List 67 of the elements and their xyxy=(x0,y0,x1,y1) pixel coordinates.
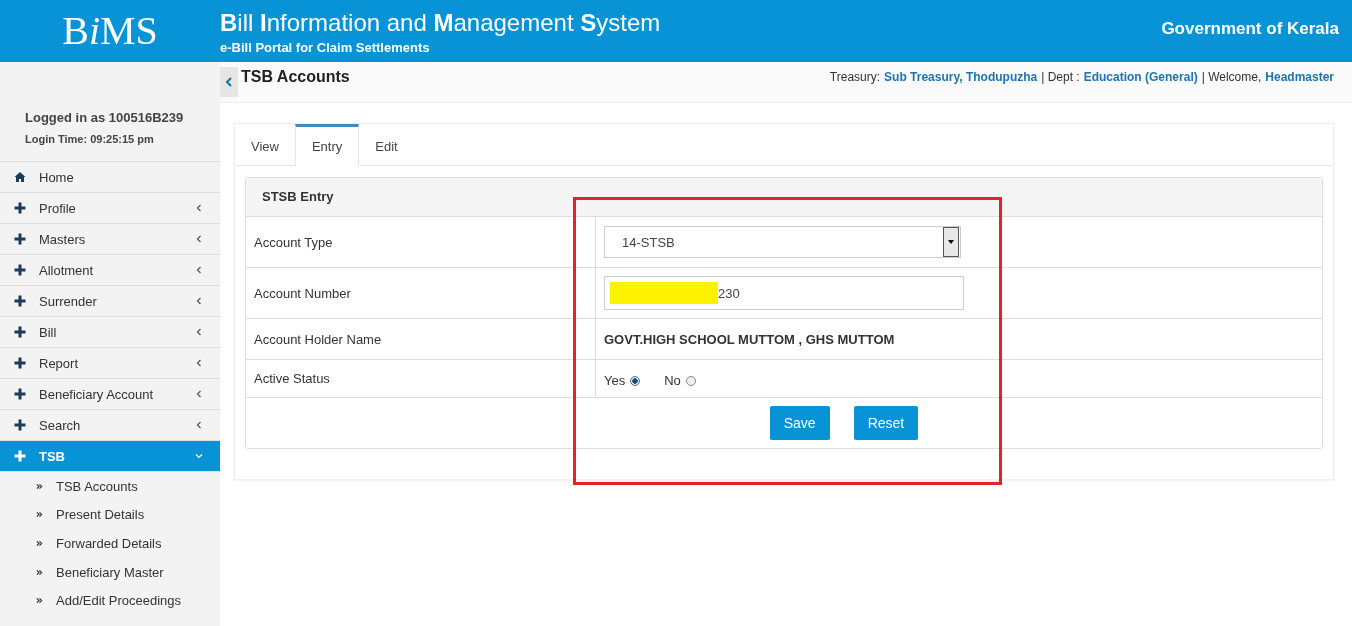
tab[interactable]: Entry xyxy=(294,124,360,166)
tab[interactable]: Edit xyxy=(359,124,414,165)
double-chevron-icon xyxy=(36,597,43,605)
submenu-item[interactable]: TSB Accounts xyxy=(0,472,220,501)
double-chevron-icon xyxy=(36,540,43,547)
chevron-left-icon xyxy=(195,235,203,243)
submenu-item[interactable]: Add/Edit Proceedings xyxy=(0,586,220,615)
panel-title: STSB Entry xyxy=(246,178,1322,217)
chevron-left-icon xyxy=(225,77,233,87)
plus-icon xyxy=(14,450,26,462)
back-button[interactable] xyxy=(220,67,238,97)
chevron-left-icon xyxy=(195,204,203,212)
tab[interactable]: View xyxy=(235,124,295,165)
treasury-label: Treasury: xyxy=(829,70,881,84)
submenu-item[interactable]: Beneficiary Master xyxy=(0,557,220,587)
account-number-field[interactable]: 230 xyxy=(604,276,964,310)
plus-icon xyxy=(14,295,26,307)
double-chevron-icon xyxy=(36,482,43,490)
welcome-label: | Welcome, xyxy=(1201,70,1262,84)
plus-icon xyxy=(14,326,26,338)
chevron-left-icon xyxy=(195,266,203,274)
field-label: Account Type xyxy=(246,217,596,267)
chevron-left-icon xyxy=(195,421,203,429)
sidebar-item[interactable]: Beneficiary Account xyxy=(0,379,220,410)
home-icon xyxy=(14,171,26,183)
chevron-left-icon xyxy=(195,359,203,367)
chevron-left-icon xyxy=(195,390,203,398)
sidebar-item[interactable]: Surrender xyxy=(0,286,220,317)
chevron-left-icon xyxy=(195,297,203,305)
plus-icon xyxy=(14,202,26,214)
user-link[interactable]: Headmaster xyxy=(1265,70,1334,84)
plus-icon xyxy=(14,233,26,245)
field-label: Active Status xyxy=(246,360,596,397)
field-label: Account Holder Name xyxy=(246,319,596,359)
account-type-select[interactable]: 14-STSB xyxy=(604,226,961,258)
plus-icon xyxy=(14,419,26,431)
chevron-left-icon xyxy=(195,328,203,336)
sidebar-item[interactable]: Bill xyxy=(0,317,220,348)
treasury-link[interactable]: Sub Treasury, Thodupuzha xyxy=(884,70,1038,84)
field-label: Account Number xyxy=(246,268,596,318)
government-title: Government of Kerala xyxy=(1161,19,1340,39)
logged-in-text: Logged in as 100516B239 xyxy=(25,110,185,125)
account-holder-name: GOVT.HIGH SCHOOL MUTTOM , GHS MUTTOM xyxy=(604,331,895,347)
double-chevron-icon xyxy=(36,511,43,519)
radio-button[interactable] xyxy=(630,375,641,386)
plus-icon xyxy=(14,357,26,369)
sidebar-item[interactable]: Report xyxy=(0,348,220,379)
plus-icon xyxy=(14,388,26,400)
system-title: Bill Information and Management System xyxy=(220,7,662,38)
chevron-down-icon xyxy=(195,452,203,460)
plus-icon xyxy=(14,264,26,276)
submenu-item[interactable]: Forwarded Details xyxy=(0,529,220,558)
dept-link[interactable]: Education (General) xyxy=(1083,70,1198,84)
system-subtitle: e-Bill Portal for Claim Settlements xyxy=(220,39,431,55)
radio-button[interactable] xyxy=(685,375,696,386)
sidebar-item[interactable]: Home xyxy=(0,162,220,193)
sidebar-item[interactable]: Allotment xyxy=(0,255,220,286)
sidebar-item[interactable]: Masters xyxy=(0,224,220,255)
logo: BiMS xyxy=(61,11,159,51)
radio-option[interactable]: No xyxy=(664,373,696,388)
radio-option[interactable]: Yes xyxy=(604,373,641,388)
page-title: TSB Accounts xyxy=(241,68,350,86)
login-time: Login Time: 09:25:15 pm xyxy=(25,133,155,145)
submenu-item[interactable]: Present Details xyxy=(0,500,220,530)
double-chevron-icon xyxy=(36,568,43,576)
sidebar-item[interactable]: Profile xyxy=(0,193,220,224)
dept-label: | Dept : xyxy=(1041,70,1080,84)
